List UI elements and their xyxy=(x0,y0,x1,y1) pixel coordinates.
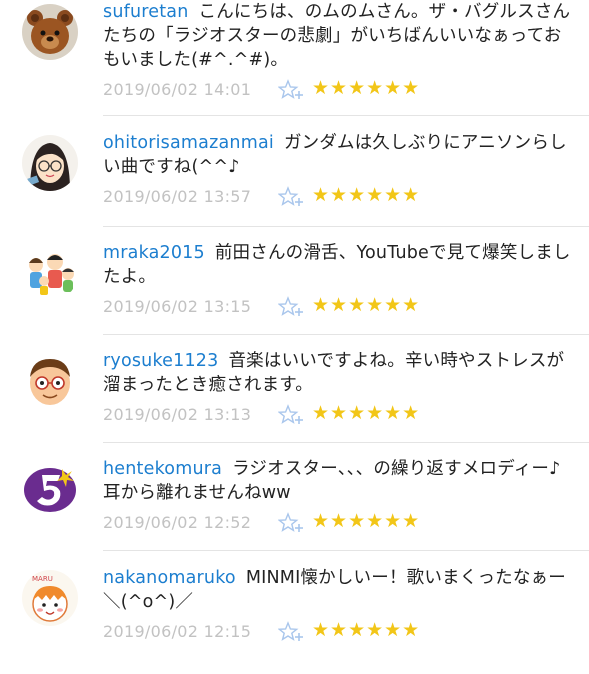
avatar[interactable] xyxy=(22,4,78,60)
add-star-icon[interactable] xyxy=(278,404,304,426)
comment-text: ryosuke1123 音楽はいいですよね。辛い時やストレスが溜まったとき癒されま… xyxy=(103,349,573,397)
comment-list: sufuretan こんにちは、のムのムさん。ザ・バグルスさんたちの「ラジオスター… xyxy=(0,0,589,641)
comment-text: nakanomaruko MINMI懐かしいー！歌いまくったなぁー＼(^o^)／ xyxy=(103,566,573,614)
avatar[interactable] xyxy=(22,135,78,191)
timestamp: 2019/06/02 13:15 xyxy=(103,297,252,316)
comment-text: ohitorisamazanmai ガンダムは久しぶりにアニソンらしい曲ですね(^… xyxy=(103,131,573,179)
add-star-icon[interactable] xyxy=(278,79,304,101)
avatar[interactable]: MARU xyxy=(22,570,78,626)
username-link[interactable]: mraka2015 xyxy=(103,243,205,263)
comment-item: mraka2015 前田さんの滑舌、YouTubeで見て爆笑しましたよ。 2019… xyxy=(0,241,589,349)
comment-text: hentekomura ラジオスター、、、の繰り返すメロディー♪耳から離れませんね… xyxy=(103,457,573,505)
comment-meta: 2019/06/02 12:52 ★★★★★★ xyxy=(103,510,573,541)
star-rating: ★★★★★★ xyxy=(312,619,421,641)
divider xyxy=(103,115,589,116)
comment-item: ryosuke1123 音楽はいいですよね。辛い時やストレスが溜まったとき癒されま… xyxy=(0,349,589,457)
avatar[interactable] xyxy=(22,461,78,517)
comment-content: mraka2015 前田さんの滑舌、YouTubeで見て爆笑しましたよ。 2019… xyxy=(103,241,573,325)
username-link[interactable]: sufuretan xyxy=(103,2,189,22)
star-rating: ★★★★★★ xyxy=(312,402,421,424)
maru-character-icon: MARU xyxy=(22,570,78,626)
add-star-icon[interactable] xyxy=(278,296,304,318)
comment-content: hentekomura ラジオスター、、、の繰り返すメロディー♪耳から離れませんね… xyxy=(103,457,573,541)
svg-text:MARU: MARU xyxy=(32,575,53,583)
comment-meta: 2019/06/02 13:13 ★★★★★★ xyxy=(103,402,573,433)
comment-content: nakanomaruko MINMI懐かしいー！歌いまくったなぁー＼(^o^)／ … xyxy=(103,566,573,650)
timestamp: 2019/06/02 12:15 xyxy=(103,622,252,641)
star-rating: ★★★★★★ xyxy=(312,77,421,99)
divider xyxy=(103,334,589,335)
purple-five-logo-icon xyxy=(22,461,78,517)
comment-item: MARU nakanomaruko MINMI懐かしいー！歌いまくったなぁー＼(^… xyxy=(0,566,589,674)
avatar[interactable] xyxy=(22,245,78,301)
comment-meta: 2019/06/02 14:01 ★★★★★★ xyxy=(103,77,573,108)
comment-item: sufuretan こんにちは、のムのムさん。ザ・バグルスさんたちの「ラジオスター… xyxy=(0,0,589,108)
comment-text: mraka2015 前田さんの滑舌、YouTubeで見て爆笑しましたよ。 xyxy=(103,241,573,289)
username-link[interactable]: hentekomura xyxy=(103,459,222,479)
divider xyxy=(103,550,589,551)
family-illustration-icon xyxy=(22,245,78,301)
star-rating: ★★★★★★ xyxy=(312,184,421,206)
comment-item: ohitorisamazanmai ガンダムは久しぶりにアニソンらしい曲ですね(^… xyxy=(0,131,589,239)
username-link[interactable]: nakanomaruko xyxy=(103,568,236,588)
timestamp: 2019/06/02 13:57 xyxy=(103,187,252,206)
comment-meta: 2019/06/02 13:15 ★★★★★★ xyxy=(103,294,573,325)
divider xyxy=(103,442,589,443)
username-link[interactable]: ohitorisamazanmai xyxy=(103,133,274,153)
comment-text: sufuretan こんにちは、のムのムさん。ザ・バグルスさんたちの「ラジオスター… xyxy=(103,0,573,72)
star-rating: ★★★★★★ xyxy=(312,510,421,532)
divider xyxy=(103,226,589,227)
avatar[interactable] xyxy=(22,353,78,409)
comment-content: ohitorisamazanmai ガンダムは久しぶりにアニソンらしい曲ですね(^… xyxy=(103,131,573,215)
teddy-bear-icon xyxy=(22,4,78,60)
glasses-woman-icon xyxy=(22,135,78,191)
comment-meta: 2019/06/02 12:15 ★★★★★★ xyxy=(103,619,573,650)
add-star-icon[interactable] xyxy=(278,186,304,208)
star-rating: ★★★★★★ xyxy=(312,294,421,316)
timestamp: 2019/06/02 12:52 xyxy=(103,513,252,532)
add-star-icon[interactable] xyxy=(278,512,304,534)
timestamp: 2019/06/02 14:01 xyxy=(103,80,252,99)
glasses-man-icon xyxy=(22,353,78,409)
timestamp: 2019/06/02 13:13 xyxy=(103,405,252,424)
comment-item: hentekomura ラジオスター、、、の繰り返すメロディー♪耳から離れませんね… xyxy=(0,457,589,565)
comment-content: ryosuke1123 音楽はいいですよね。辛い時やストレスが溜まったとき癒されま… xyxy=(103,349,573,433)
comment-content: sufuretan こんにちは、のムのムさん。ザ・バグルスさんたちの「ラジオスター… xyxy=(103,0,573,108)
username-link[interactable]: ryosuke1123 xyxy=(103,351,218,371)
comment-meta: 2019/06/02 13:57 ★★★★★★ xyxy=(103,184,573,215)
